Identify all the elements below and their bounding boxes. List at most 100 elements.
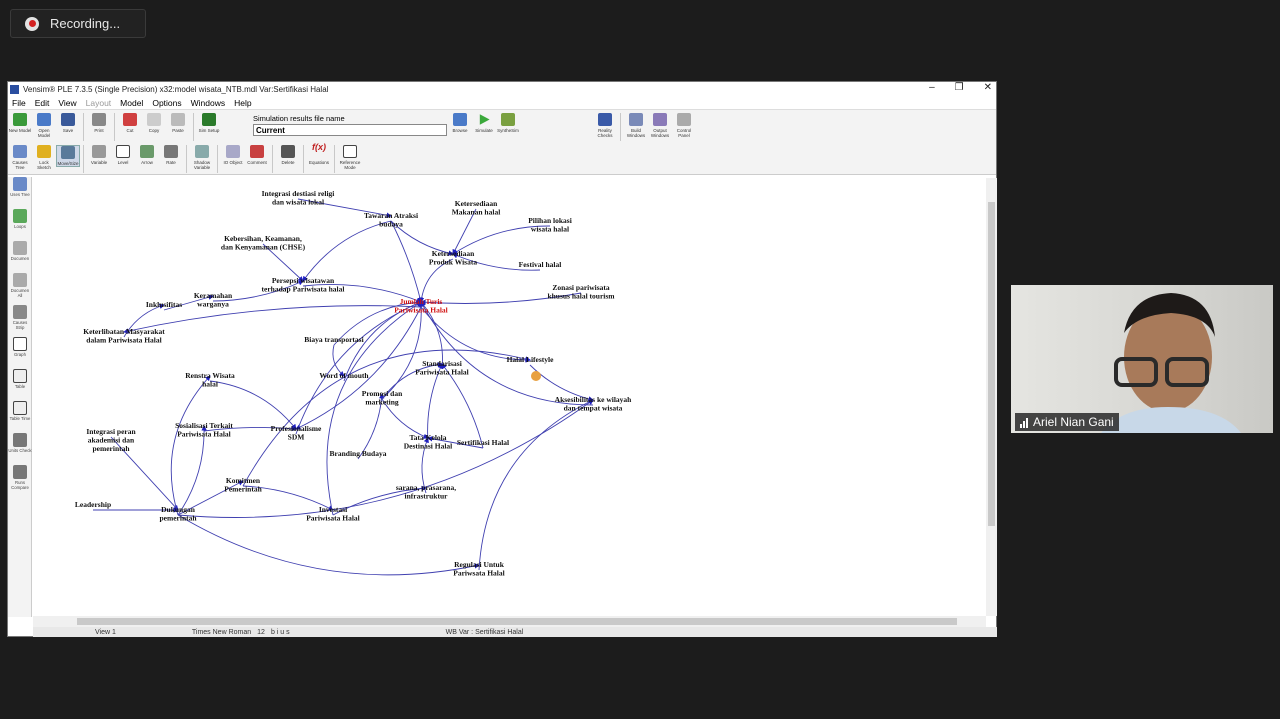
io-object-button[interactable]: IO Object xyxy=(221,145,245,165)
vertical-scroll-thumb[interactable] xyxy=(988,202,995,526)
browse-button[interactable]: Browse xyxy=(448,113,472,133)
causal-link-25[interactable] xyxy=(295,301,422,435)
menu-windows[interactable]: Windows xyxy=(191,98,225,108)
horizontal-scrollbar[interactable] xyxy=(33,616,986,627)
graph-button[interactable]: Graph xyxy=(8,337,32,369)
causal-link-45[interactable] xyxy=(295,306,422,430)
causal-link-19[interactable] xyxy=(381,301,424,400)
equations-button[interactable]: f(x) Equations xyxy=(307,143,331,166)
variable-standarisasi[interactable]: Standarisasi Pariwisata Halal xyxy=(415,359,469,377)
variable-ketersediaan-produk[interactable]: Ketersediaan Produk Wisata xyxy=(429,249,477,267)
causal-link-38[interactable] xyxy=(177,514,480,576)
causal-link-42[interactable] xyxy=(177,399,594,518)
causal-link-36[interactable] xyxy=(177,425,207,516)
document-all-button[interactable]: Documen All xyxy=(8,273,32,305)
rate-button[interactable]: Rate xyxy=(159,145,183,165)
paste-button[interactable]: Paste xyxy=(166,113,190,133)
variable-branding[interactable]: Branding Budaya xyxy=(330,449,387,458)
variable-jumlah[interactable]: Jumlah Turis Pariwisata Halal xyxy=(394,297,448,315)
variable-integrasi[interactable]: Integrasi destiasi religi dan wisata loka… xyxy=(262,189,335,207)
menu-help[interactable]: Help xyxy=(234,98,251,108)
causes-strip-button[interactable]: Causes Strip xyxy=(8,305,32,337)
build-windows-button[interactable]: Build Windows xyxy=(624,113,648,141)
new-model-button[interactable]: New Model xyxy=(8,113,32,133)
document-button[interactable]: Documen xyxy=(8,241,32,273)
cut-button[interactable]: Cut xyxy=(118,113,142,133)
variable-keramahan[interactable]: Keramahan warganya xyxy=(194,291,233,309)
variable-button[interactable]: Variable xyxy=(87,145,111,165)
font-selector[interactable]: Times New Roman xyxy=(192,629,251,636)
copy-button[interactable]: Copy xyxy=(142,113,166,133)
variable-word[interactable]: Word of mouth xyxy=(319,371,369,380)
variable-regulasi[interactable]: Regulasi Untuk Pariwsata Halal xyxy=(453,560,504,578)
variable-tawaran[interactable]: Tawaran Atraksi budaya xyxy=(364,211,418,229)
restore-button[interactable]: ❐ xyxy=(955,82,964,93)
table-time-button[interactable]: Table Time xyxy=(8,401,32,433)
menu-file[interactable]: File xyxy=(12,98,26,108)
print-button[interactable]: Print xyxy=(87,113,111,133)
variable-dukungan[interactable]: Dukungan pemerintah xyxy=(159,505,197,523)
minimize-button[interactable]: – xyxy=(929,82,935,93)
variable-pilihan-lokasi[interactable]: Pilihan lokasi wisata halal xyxy=(528,216,572,234)
causal-link-16[interactable] xyxy=(420,306,531,363)
variable-integrasi-peran[interactable]: Integrasi peran akademisi dan pemerintah xyxy=(86,427,136,453)
save-button[interactable]: Save xyxy=(56,113,80,133)
variable-biaya[interactable]: Biaya transportasi xyxy=(304,335,363,344)
variable-halal-lifestyle[interactable]: Halal Lifestyle xyxy=(507,355,555,364)
variable-sarana[interactable]: sarana, prasarana, infrastruktur xyxy=(396,483,456,501)
open-model-button[interactable]: Open Model xyxy=(32,113,56,138)
reference-mode-button[interactable]: Reference Mode xyxy=(338,145,362,170)
comment-button[interactable]: Comment xyxy=(245,145,269,165)
output-windows-button[interactable]: Output Windows xyxy=(648,113,672,141)
variable-leadership[interactable]: Leadership xyxy=(75,500,111,509)
variable-tata-kelola[interactable]: Tata Kelola Destinasi Halal xyxy=(404,433,453,451)
variable-promosi[interactable]: Promosi dan marketing xyxy=(362,389,403,407)
variable-sosialisasi[interactable]: Sosialisasi Terkait Pariwisata Halal xyxy=(175,421,233,439)
variable-aksesibilitas[interactable]: Aksesibilitas ke wilayah dan tempat wisat… xyxy=(555,395,633,413)
causal-link-20[interactable] xyxy=(420,301,594,406)
model-diagram-canvas[interactable]: Integrasi destiasi religi dan wisata loka… xyxy=(33,178,986,616)
variable-sertifikasi[interactable]: Sertifikasi Halal xyxy=(457,438,509,447)
font-size-selector[interactable]: 12 xyxy=(257,629,265,636)
move-size-button[interactable]: Move/Size xyxy=(56,145,80,167)
view-selector[interactable]: View 1 xyxy=(95,629,116,636)
level-button[interactable]: Level xyxy=(111,145,135,165)
control-panel-button[interactable]: Control Panel xyxy=(672,113,696,141)
causal-link-12[interactable] xyxy=(123,305,422,334)
variable-profesionalisme[interactable]: Profesionalisme SDM xyxy=(271,424,322,442)
simulate-button[interactable]: Simulate xyxy=(472,113,496,133)
causal-link-35[interactable] xyxy=(170,375,211,516)
variable-zonasi[interactable]: Zonasi pariwisata khusus halal tourism xyxy=(547,283,615,301)
variable-inklusifitas[interactable]: Inklusifitas xyxy=(146,300,182,309)
causes-tree-button[interactable]: Causes Tree xyxy=(8,145,32,170)
menu-options[interactable]: Options xyxy=(152,98,181,108)
loops-button[interactable]: Loops xyxy=(8,209,32,241)
menu-view[interactable]: View xyxy=(58,98,76,108)
causal-link-28[interactable] xyxy=(441,363,484,449)
vertical-scrollbar[interactable] xyxy=(986,178,997,616)
variable-renstra[interactable]: Renstra Wisata halal xyxy=(185,371,235,389)
variable-ketersediaan-makanan[interactable]: Ketersediaan Makanan halal xyxy=(452,199,501,217)
synthesim-button[interactable]: SyntheSim xyxy=(496,113,520,133)
menu-edit[interactable]: Edit xyxy=(35,98,50,108)
variable-keterlibatan[interactable]: Keterlibatan Masyarakat dalam Pariwisata … xyxy=(83,327,165,345)
lock-sketch-button[interactable]: Lock Sketch xyxy=(32,145,56,170)
runs-compare-button[interactable]: Runs Compare xyxy=(8,465,32,497)
arrow-button[interactable]: Arrow xyxy=(135,145,159,165)
menu-layout[interactable]: Layout xyxy=(86,98,112,108)
variable-festival[interactable]: Festival halal xyxy=(519,260,562,269)
reality-checks-button[interactable]: Reality Checks xyxy=(593,113,617,141)
recording-indicator[interactable]: Recording... xyxy=(10,9,146,38)
sim-results-input[interactable]: Current xyxy=(253,124,447,136)
close-button[interactable]: ✕ xyxy=(984,82,992,93)
shadow-variable-button[interactable]: Shadow Variable xyxy=(190,145,214,170)
units-check-button[interactable]: Units Check xyxy=(8,433,32,465)
causal-link-39[interactable] xyxy=(478,399,594,571)
variable-persepsi[interactable]: Persepsi wisatawan terhadap Pariwisata ha… xyxy=(262,276,345,294)
variable-komitmen[interactable]: Komitmen Pemerintah xyxy=(224,476,262,494)
variable-kebersihan[interactable]: Kebersihan, Keamanan, dan Kenyamanan (CHS… xyxy=(221,234,306,252)
menu-model[interactable]: Model xyxy=(120,98,143,108)
delete-button[interactable]: Delete xyxy=(276,145,300,165)
causal-link-14[interactable] xyxy=(302,220,392,282)
causal-loop-diagram[interactable]: Integrasi destiasi religi dan wisata loka… xyxy=(33,178,986,616)
